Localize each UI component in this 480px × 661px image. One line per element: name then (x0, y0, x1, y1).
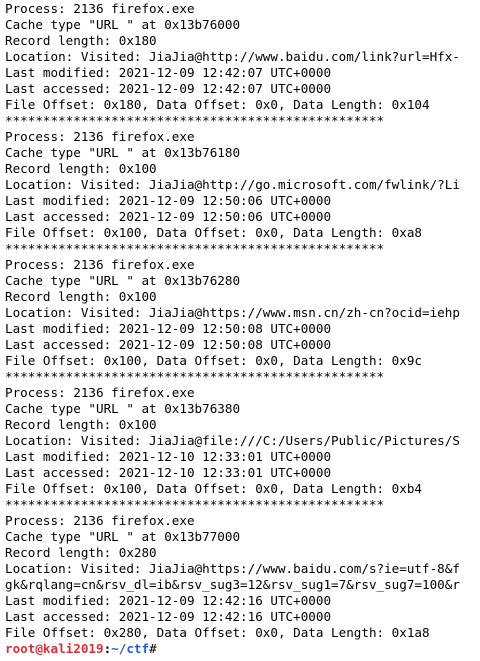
output-line: Last modified: 2021-12-09 12:50:06 UTC+0… (5, 193, 332, 208)
output-line: Record length: 0x100 (5, 289, 157, 304)
output-line: Last modified: 2021-12-09 12:42:07 UTC+0… (5, 65, 332, 80)
output-line: Last modified: 2021-12-09 12:50:08 UTC+0… (5, 321, 332, 336)
output-line: Process: 2136 firefox.exe (5, 129, 195, 144)
output-lines: Process: 2136 firefox.exe Cache type "URL… (5, 1, 480, 641)
output-line: Cache type "URL " at 0x13b76000 (5, 17, 241, 32)
output-line: Last accessed: 2021-12-09 12:50:08 UTC+0… (5, 337, 332, 352)
output-line: File Offset: 0x100, Data Offset: 0x0, Da… (5, 225, 423, 240)
separator-line: ****************************************… (5, 497, 385, 512)
output-line: Record length: 0x100 (5, 161, 157, 176)
output-line: Last accessed: 2021-12-10 12:33:01 UTC+0… (5, 465, 332, 480)
terminal-output[interactable]: Process: 2136 firefox.exe Cache type "URL… (0, 0, 480, 661)
output-line: Location: Visited: JiaJia@https://www.ba… (5, 561, 460, 576)
output-line: File Offset: 0x100, Data Offset: 0x0, Da… (5, 481, 423, 496)
separator-line: ****************************************… (5, 241, 385, 256)
output-line: Location: Visited: JiaJia@https://www.ms… (5, 305, 460, 320)
separator-line: ****************************************… (5, 369, 385, 384)
prompt-symbol: # (149, 641, 157, 656)
output-line: Last modified: 2021-12-09 12:42:16 UTC+0… (5, 593, 332, 608)
text-cursor (157, 641, 164, 655)
output-line: Cache type "URL " at 0x13b77000 (5, 529, 241, 544)
output-line: File Offset: 0x180, Data Offset: 0x0, Da… (5, 97, 430, 112)
output-line: Record length: 0x100 (5, 417, 157, 432)
prompt-user-host: root@kali2019 (5, 641, 104, 656)
shell-prompt-line[interactable]: root@kali2019:~/ctf# (5, 641, 480, 657)
output-line: Location: Visited: JiaJia@http://www.bai… (5, 49, 460, 64)
output-line: Process: 2136 firefox.exe (5, 1, 195, 16)
output-line: Location: Visited: JiaJia@file:///C:/Use… (5, 433, 460, 448)
output-line: Last modified: 2021-12-10 12:33:01 UTC+0… (5, 449, 332, 464)
output-line: Last accessed: 2021-12-09 12:50:06 UTC+0… (5, 209, 332, 224)
output-line: Process: 2136 firefox.exe (5, 385, 195, 400)
output-line: Cache type "URL " at 0x13b76380 (5, 401, 241, 416)
output-line: gk&rqlang=cn&rsv_dl=ib&rsv_sug3=12&rsv_s… (5, 577, 460, 592)
output-line: File Offset: 0x280, Data Offset: 0x0, Da… (5, 625, 430, 640)
output-line: Record length: 0x180 (5, 33, 157, 48)
output-line: Location: Visited: JiaJia@http://go.micr… (5, 177, 460, 192)
output-line: File Offset: 0x100, Data Offset: 0x0, Da… (5, 353, 423, 368)
separator-line: ****************************************… (5, 113, 385, 128)
prompt-path: ~/ctf (111, 641, 150, 656)
output-line: Process: 2136 firefox.exe (5, 513, 195, 528)
output-line: Cache type "URL " at 0x13b76280 (5, 273, 241, 288)
output-line: Last accessed: 2021-12-09 12:42:16 UTC+0… (5, 609, 332, 624)
output-line: Record length: 0x280 (5, 545, 157, 560)
output-line: Process: 2136 firefox.exe (5, 257, 195, 272)
output-line: Cache type "URL " at 0x13b76180 (5, 145, 241, 160)
output-line: Last accessed: 2021-12-09 12:42:07 UTC+0… (5, 81, 332, 96)
